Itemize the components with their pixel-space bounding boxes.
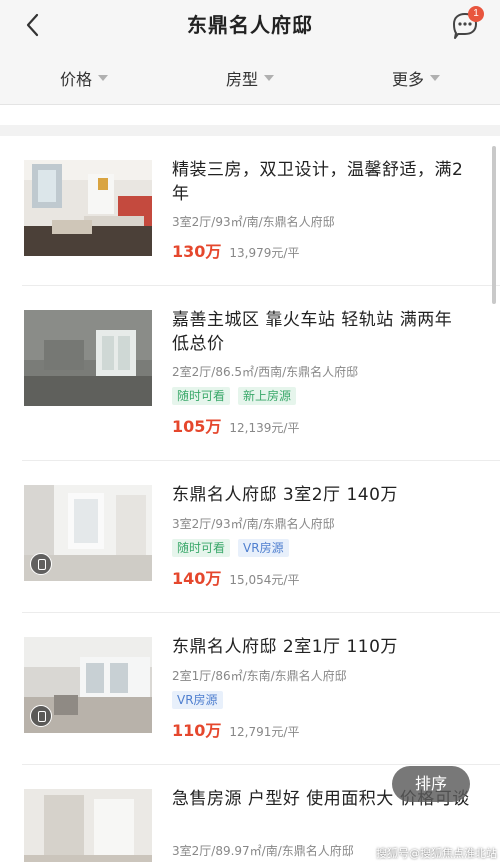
listing-photo [24, 789, 152, 862]
tag-row: VR房源 [172, 691, 223, 709]
tag-row: 随时可看 VR房源 [172, 539, 289, 557]
listing-title: 东鼎名人府邸 2室1厅 110万 [172, 637, 398, 657]
filter-more[interactable]: 更多 [392, 66, 441, 90]
vr-icon [30, 705, 52, 727]
tag-new: 新上房源 [238, 387, 297, 405]
notification-badge: 1 [468, 6, 484, 22]
tag-available: 随时可看 [172, 539, 231, 557]
listing-title: 东鼎名人府邸 3室2厅 140万 [172, 485, 398, 505]
unit-price: 13,979元/平 [229, 246, 300, 260]
page-title: 东鼎名人府邸 [187, 13, 313, 37]
message-button[interactable]: 1 [446, 6, 490, 42]
listing-photo [24, 160, 152, 256]
filter-label: 价格 [60, 70, 93, 89]
section-gap [0, 104, 500, 137]
caret-down-icon [98, 75, 109, 81]
caret-down-icon [430, 75, 441, 81]
listing-meta: 3室2厅/93㎡/南/东鼎名人府邸 [172, 517, 335, 531]
tag-vr: VR房源 [172, 691, 223, 709]
listing-item[interactable]: 精装三房，双卫设计，温馨舒适，满2年 3室2厅/93㎡/南/东鼎名人府邸 130… [0, 136, 500, 286]
listing-meta: 2室1厅/86㎡/东南/东鼎名人府邸 [172, 669, 347, 683]
filter-bar: 价格 房型 更多 [0, 56, 500, 100]
listing-meta: 3室2厅/93㎡/南/东鼎名人府邸 [172, 215, 335, 229]
listing-photo [24, 637, 152, 733]
listing-item[interactable]: 东鼎名人府邸 3室2厅 140万 3室2厅/93㎡/南/东鼎名人府邸 随时可看 … [0, 461, 500, 613]
price-row: 140万 15,054元/平 [172, 565, 299, 589]
unit-price: 12,139元/平 [229, 421, 300, 435]
total-price: 130万 [172, 242, 222, 261]
listing-meta: 2室2厅/86.5㎡/西南/东鼎名人府邸 [172, 365, 359, 379]
unit-price: 15,054元/平 [229, 573, 300, 587]
price-row: 110万 12,791元/平 [172, 717, 299, 741]
listing-list[interactable]: 精装三房，双卫设计，温馨舒适，满2年 3室2厅/93㎡/南/东鼎名人府邸 130… [0, 136, 500, 862]
listing-title: 精装三房，双卫设计，温馨舒适，满2年 [172, 160, 464, 204]
unit-price: 12,791元/平 [229, 725, 300, 739]
filter-price[interactable]: 价格 [60, 66, 109, 90]
filter-label: 房型 [226, 70, 259, 89]
total-price: 105万 [172, 417, 222, 436]
listing-item[interactable]: 嘉善主城区 靠火车站 轻轨站 满两年 低总价 2室2厅/86.5㎡/西南/东鼎名… [0, 286, 500, 461]
filter-room-type[interactable]: 房型 [226, 66, 275, 90]
total-price: 110万 [172, 721, 222, 740]
top-bar: 东鼎名人府邸 1 价格 房型 更多 [0, 0, 500, 104]
tag-vr: VR房源 [238, 539, 289, 557]
listing-title: 嘉善主城区 靠火车站 轻轨站 满两年 低总价 [172, 310, 453, 354]
vr-icon [30, 553, 52, 575]
tag-available: 随时可看 [172, 387, 231, 405]
watermark: 搜狐号@搜狐焦点淮北站 [376, 847, 497, 860]
caret-down-icon [264, 75, 275, 81]
price-row: 105万 12,139元/平 [172, 413, 299, 437]
scrollbar[interactable] [492, 146, 496, 304]
tag-row: 随时可看 新上房源 [172, 387, 297, 405]
listing-photo [24, 485, 152, 581]
price-row: 130万 13,979元/平 [172, 238, 299, 262]
total-price: 140万 [172, 569, 222, 588]
listing-photo [24, 310, 152, 406]
filter-label: 更多 [392, 70, 425, 89]
listing-meta: 3室2厅/89.97㎡/南/东鼎名人府邸 [172, 844, 354, 858]
listing-item[interactable]: 东鼎名人府邸 2室1厅 110万 2室1厅/86㎡/东南/东鼎名人府邸 VR房源… [0, 613, 500, 765]
sort-button[interactable]: 排序 [392, 766, 470, 802]
